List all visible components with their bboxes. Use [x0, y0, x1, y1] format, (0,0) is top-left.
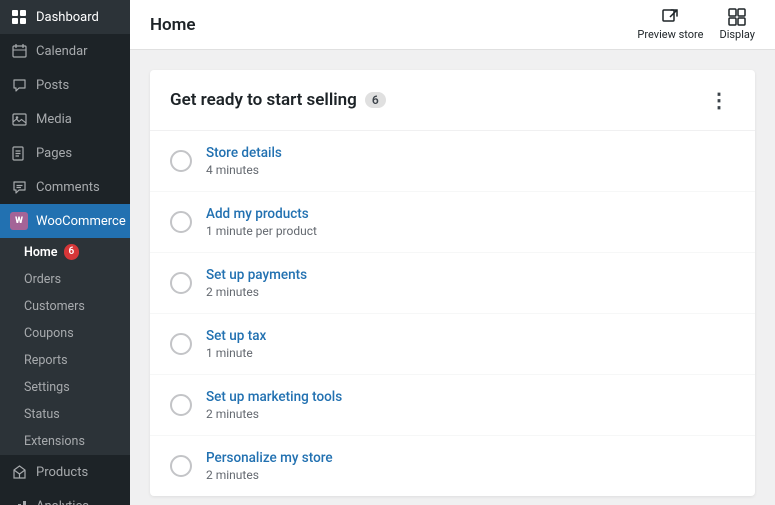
submenu-item-status[interactable]: Status	[0, 401, 130, 428]
task-title[interactable]: Set up tax	[206, 328, 266, 344]
card-title: Get ready to start selling 6	[170, 90, 386, 110]
sidebar-item-posts[interactable]: Posts	[0, 68, 130, 102]
sidebar-item-products-label: Products	[36, 465, 88, 480]
task-circle	[170, 333, 192, 355]
reports-label: Reports	[24, 353, 68, 368]
task-list: Store details 4 minutes Add my products 1 m…	[150, 131, 755, 496]
submenu-item-coupons[interactable]: Coupons	[0, 320, 130, 347]
task-circle	[170, 272, 192, 294]
card-header: Get ready to start selling 6 ⋮	[150, 70, 755, 131]
status-label: Status	[24, 407, 60, 422]
preview-store-label: Preview store	[637, 28, 703, 41]
task-title[interactable]: Set up marketing tools	[206, 389, 342, 405]
task-duration: 2 minutes	[206, 285, 307, 299]
sidebar-item-comments-label: Comments	[36, 180, 100, 195]
sidebar-item-dashboard[interactable]: Dashboard	[0, 0, 130, 34]
home-badge: 6	[64, 244, 80, 260]
woocommerce-submenu: Home 6 Orders Customers Coupons Reports …	[0, 238, 130, 455]
task-item[interactable]: Set up tax 1 minute	[150, 314, 755, 375]
task-info: Set up payments 2 minutes	[206, 267, 307, 299]
card-menu-button[interactable]: ⋮	[703, 88, 735, 112]
woocommerce-label: WooCommerce	[36, 214, 126, 229]
task-title[interactable]: Store details	[206, 145, 282, 161]
task-circle	[170, 211, 192, 233]
display-button[interactable]: Display	[719, 8, 755, 41]
sidebar-item-media[interactable]: Media	[0, 102, 130, 136]
sidebar-item-calendar-label: Calendar	[36, 44, 88, 59]
task-item[interactable]: Personalize my store 2 minutes	[150, 436, 755, 496]
task-info: Set up marketing tools 2 minutes	[206, 389, 342, 421]
preview-store-button[interactable]: Preview store	[637, 8, 703, 41]
customers-label: Customers	[24, 299, 85, 314]
home-label: Home	[24, 245, 58, 260]
task-circle	[170, 394, 192, 416]
task-duration: 2 minutes	[206, 468, 333, 482]
task-duration: 1 minute	[206, 346, 266, 360]
coupons-label: Coupons	[24, 326, 74, 341]
task-info: Store details 4 minutes	[206, 145, 282, 177]
page-title: Home	[150, 15, 196, 35]
card-title-text: Get ready to start selling	[170, 90, 357, 110]
calendar-icon	[10, 42, 28, 60]
sidebar-item-woocommerce[interactable]: W WooCommerce	[0, 204, 130, 238]
comments-icon	[10, 178, 28, 196]
analytics-icon	[10, 497, 28, 505]
task-title[interactable]: Set up payments	[206, 267, 307, 283]
pages-icon	[10, 144, 28, 162]
task-duration: 1 minute per product	[206, 224, 317, 238]
sidebar-item-dashboard-label: Dashboard	[36, 10, 99, 25]
submenu-item-settings[interactable]: Settings	[0, 374, 130, 401]
task-duration: 2 minutes	[206, 407, 342, 421]
task-item[interactable]: Store details 4 minutes	[150, 131, 755, 192]
media-icon	[10, 110, 28, 128]
task-count-badge: 6	[365, 92, 386, 108]
submenu-item-reports[interactable]: Reports	[0, 347, 130, 374]
task-item[interactable]: Set up payments 2 minutes	[150, 253, 755, 314]
task-info: Personalize my store 2 minutes	[206, 450, 333, 482]
preview-store-icon	[661, 8, 679, 26]
task-title[interactable]: Personalize my store	[206, 450, 333, 466]
task-info: Add my products 1 minute per product	[206, 206, 317, 238]
sidebar-item-posts-label: Posts	[36, 78, 69, 93]
task-duration: 4 minutes	[206, 163, 282, 177]
task-circle	[170, 455, 192, 477]
content-area: Get ready to start selling 6 ⋮ Store det…	[130, 50, 775, 505]
sidebar-item-pages-label: Pages	[36, 146, 72, 161]
getting-started-card: Get ready to start selling 6 ⋮ Store det…	[150, 70, 755, 496]
task-info: Set up tax 1 minute	[206, 328, 266, 360]
sidebar-item-media-label: Media	[36, 112, 72, 127]
display-label: Display	[719, 28, 755, 41]
submenu-item-home[interactable]: Home 6	[0, 238, 130, 266]
extensions-label: Extensions	[24, 434, 85, 449]
sidebar-item-pages[interactable]: Pages	[0, 136, 130, 170]
orders-label: Orders	[24, 272, 61, 287]
topbar-actions: Preview store Display	[637, 8, 755, 41]
sidebar: Dashboard Calendar Posts Media Pages Com…	[0, 0, 130, 505]
settings-label: Settings	[24, 380, 70, 395]
sidebar-item-analytics-label: Analytics	[36, 499, 89, 505]
submenu-item-orders[interactable]: Orders	[0, 266, 130, 293]
products-icon	[10, 463, 28, 481]
woocommerce-icon: W	[10, 212, 28, 230]
sidebar-item-analytics[interactable]: Analytics	[0, 489, 130, 505]
task-item[interactable]: Add my products 1 minute per product	[150, 192, 755, 253]
submenu-item-customers[interactable]: Customers	[0, 293, 130, 320]
task-item[interactable]: Set up marketing tools 2 minutes	[150, 375, 755, 436]
task-circle	[170, 150, 192, 172]
sidebar-item-comments[interactable]: Comments	[0, 170, 130, 204]
main-content: Home Preview store Display Get ready to …	[130, 0, 775, 505]
dashboard-icon	[10, 8, 28, 26]
sidebar-item-calendar[interactable]: Calendar	[0, 34, 130, 68]
posts-icon	[10, 76, 28, 94]
task-title[interactable]: Add my products	[206, 206, 317, 222]
sidebar-item-products[interactable]: Products	[0, 455, 130, 489]
topbar: Home Preview store Display	[130, 0, 775, 50]
submenu-item-extensions[interactable]: Extensions	[0, 428, 130, 455]
display-icon	[728, 8, 746, 26]
